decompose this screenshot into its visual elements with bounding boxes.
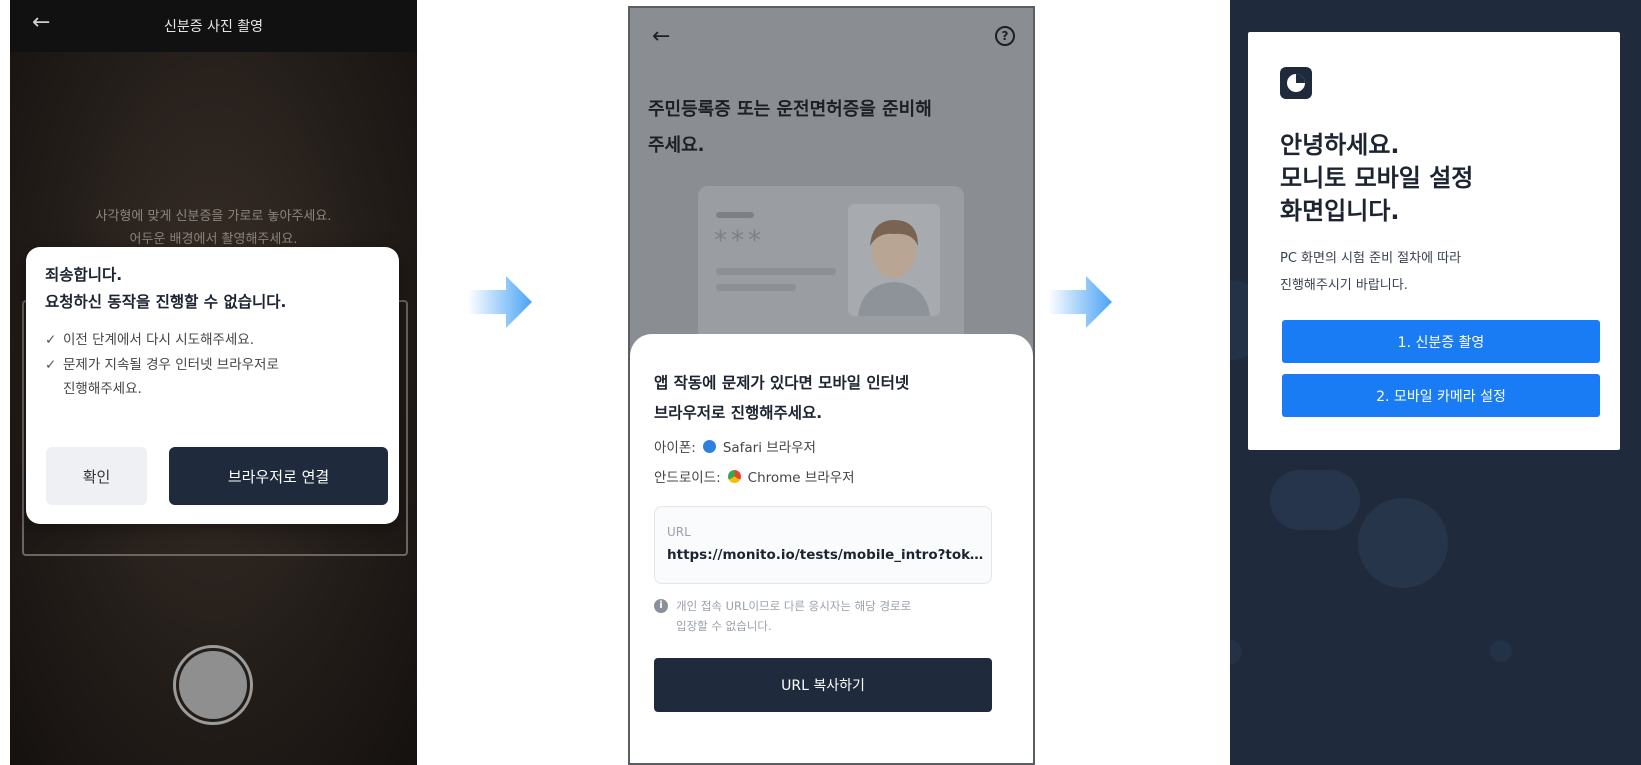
iphone-row: 아이폰: Safari 브라우저 (654, 439, 816, 456)
page-title: 주민등록증 또는 운전면허증을 준비해 주세요. (648, 99, 932, 156)
question-circle-icon[interactable]: ? (995, 26, 1015, 46)
background-decoration (1270, 470, 1360, 530)
id-card-illustration: *** (698, 186, 964, 346)
top-bar: ← 신분증 사진 촬영 (10, 0, 417, 52)
notice: i 개인 접속 URL이므로 다른 응시자는 해당 경로로 입장할 수 없습니다… (654, 596, 984, 636)
welcome-heading: 안녕하세요. 모니토 모바일 설정 화면입니다. (1280, 131, 1474, 225)
flow-arrow-icon (468, 276, 532, 328)
open-browser-button[interactable]: 브라우저로 연결 (169, 447, 388, 505)
description: PC 화면의 시험 준비 절차에 따라 진행해주시기 바랍니다. (1280, 251, 1462, 293)
check-icon: ✓ (45, 357, 57, 373)
monito-logo-icon (1280, 67, 1312, 99)
screen-title: 신분증 사진 촬영 (163, 19, 264, 35)
bottom-sheet: 앱 작동에 문제가 있다면 모바일 인터넷 브라우저로 진행해주세요. 아이폰:… (630, 334, 1033, 763)
url-field[interactable]: URL https://monito.io/tests/mobile_intro… (654, 506, 992, 584)
camera-screen: ← 신분증 사진 촬영 사각형에 맞게 신분증을 가로로 놓아주세요. 어두운 … (10, 0, 417, 765)
list-item-continuation: 진행해주세요. (63, 381, 142, 397)
background-decoration (1490, 640, 1512, 662)
dialog-title: 죄송합니다. (45, 266, 123, 284)
shutter-button[interactable] (179, 651, 247, 719)
flow-arrow-icon (1048, 276, 1112, 328)
info-icon: i (654, 599, 668, 613)
chrome-icon (727, 469, 741, 483)
person-photo-icon (848, 204, 940, 316)
list-item: ✓ 이전 단계에서 다시 시도해주세요. (45, 332, 255, 348)
id-capture-button[interactable]: 1. 신분증 촬영 (1282, 320, 1600, 363)
arrow-left-icon[interactable]: ← (652, 24, 670, 49)
masked-number: *** (714, 226, 765, 256)
copy-url-button[interactable]: URL 복사하기 (654, 658, 992, 712)
camera-settings-button[interactable]: 2. 모바일 카메라 설정 (1282, 374, 1600, 417)
url-label: URL (667, 525, 691, 539)
sheet-title: 앱 작동에 문제가 있다면 모바일 인터넷 브라우저로 진행해주세요. (654, 374, 910, 422)
check-icon: ✓ (45, 332, 57, 348)
list-item: ✓ 문제가 지속될 경우 인터넷 브라우저로 (45, 357, 279, 373)
url-value: https://monito.io/tests/mobile_intro?tok… (667, 547, 989, 563)
browser-guide-screen: ← ? 주민등록증 또는 운전면허증을 준비해 주세요. *** 앱 작동에 문… (628, 6, 1035, 765)
safari-icon (702, 439, 716, 453)
mobile-setup-screen: 안녕하세요. 모니토 모바일 설정 화면입니다. PC 화면의 시험 준비 절차… (1230, 0, 1641, 765)
dialog-subtitle: 요청하신 동작을 진행할 수 없습니다. (45, 293, 287, 311)
guide-text-2: 어두운 배경에서 촬영해주세요. (129, 232, 298, 247)
confirm-button[interactable]: 확인 (46, 447, 147, 505)
background-decoration (1230, 640, 1242, 664)
guide-text: 사각형에 맞게 신분증을 가로로 놓아주세요. (95, 209, 332, 224)
welcome-card: 안녕하세요. 모니토 모바일 설정 화면입니다. PC 화면의 시험 준비 절차… (1248, 32, 1620, 450)
error-dialog: 죄송합니다. 요청하신 동작을 진행할 수 없습니다. ✓ 이전 단계에서 다시 … (26, 247, 399, 524)
background-decoration (1358, 498, 1448, 588)
android-row: 안드로이드: Chrome 브라우저 (654, 469, 855, 486)
